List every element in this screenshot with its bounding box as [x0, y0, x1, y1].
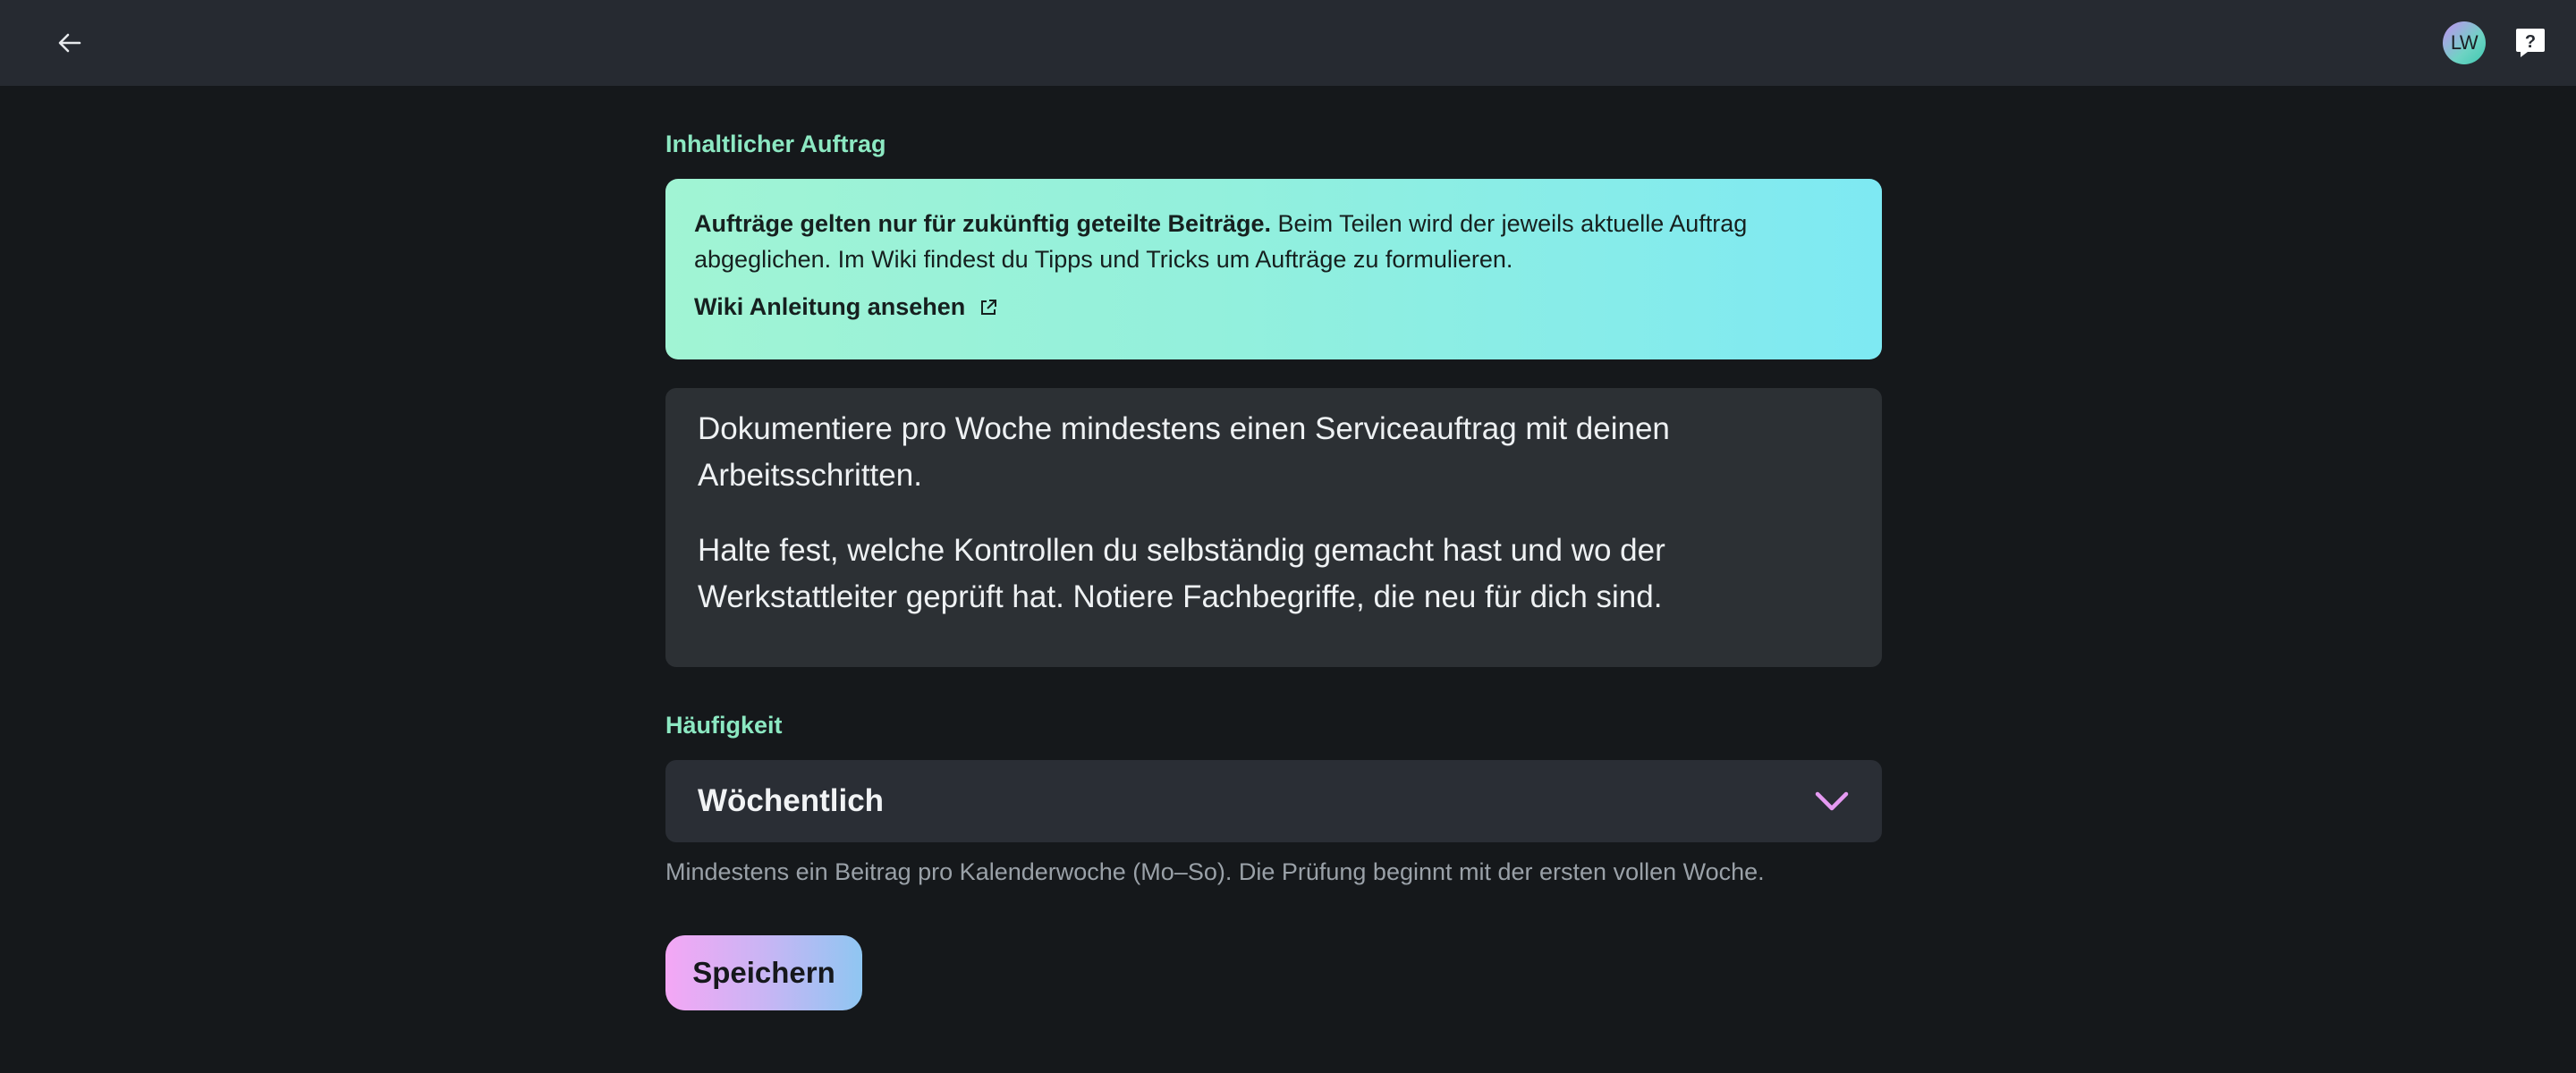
svg-text:?: ? [2525, 32, 2536, 52]
arrow-left-icon [58, 33, 81, 53]
wiki-guide-link[interactable]: Wiki Anleitung ansehen [694, 293, 997, 321]
auftrag-paragraph: Halte fest, welche Kontrollen du selbstä… [698, 533, 1665, 614]
external-link-icon [981, 299, 997, 315]
user-avatar[interactable]: LW [2443, 21, 2486, 64]
auftrag-paragraph: Dokumentiere pro Woche mindestens einen … [698, 411, 1670, 493]
info-text: Aufträge gelten nur für zukünftig geteil… [694, 206, 1803, 277]
chevron-down-icon [1815, 791, 1849, 811]
help-button[interactable]: ? [2515, 27, 2546, 59]
info-bold-text: Aufträge gelten nur für zukünftig geteil… [694, 210, 1272, 237]
save-button[interactable]: Speichern [665, 935, 862, 1010]
frequency-select[interactable]: Wöchentlich [665, 760, 1882, 842]
frequency-hint: Mindestens ein Beitrag pro Kalenderwoche… [665, 858, 1765, 885]
top-bar: LW ? [0, 0, 2576, 86]
auftrag-label: Inhaltlicher Auftrag [665, 131, 886, 157]
auftrag-textarea[interactable]: Dokumentiere pro Woche mindestens einen … [665, 388, 1882, 667]
wiki-link-label: Wiki Anleitung ansehen [694, 293, 966, 320]
help-speech-bubble-icon: ? [2516, 29, 2545, 57]
info-banner: Aufträge gelten nur für zukünftig geteil… [665, 179, 1882, 359]
frequency-selected-value: Wöchentlich [698, 783, 885, 818]
frequency-label: Häufigkeit [665, 712, 783, 739]
back-button[interactable] [50, 23, 89, 63]
